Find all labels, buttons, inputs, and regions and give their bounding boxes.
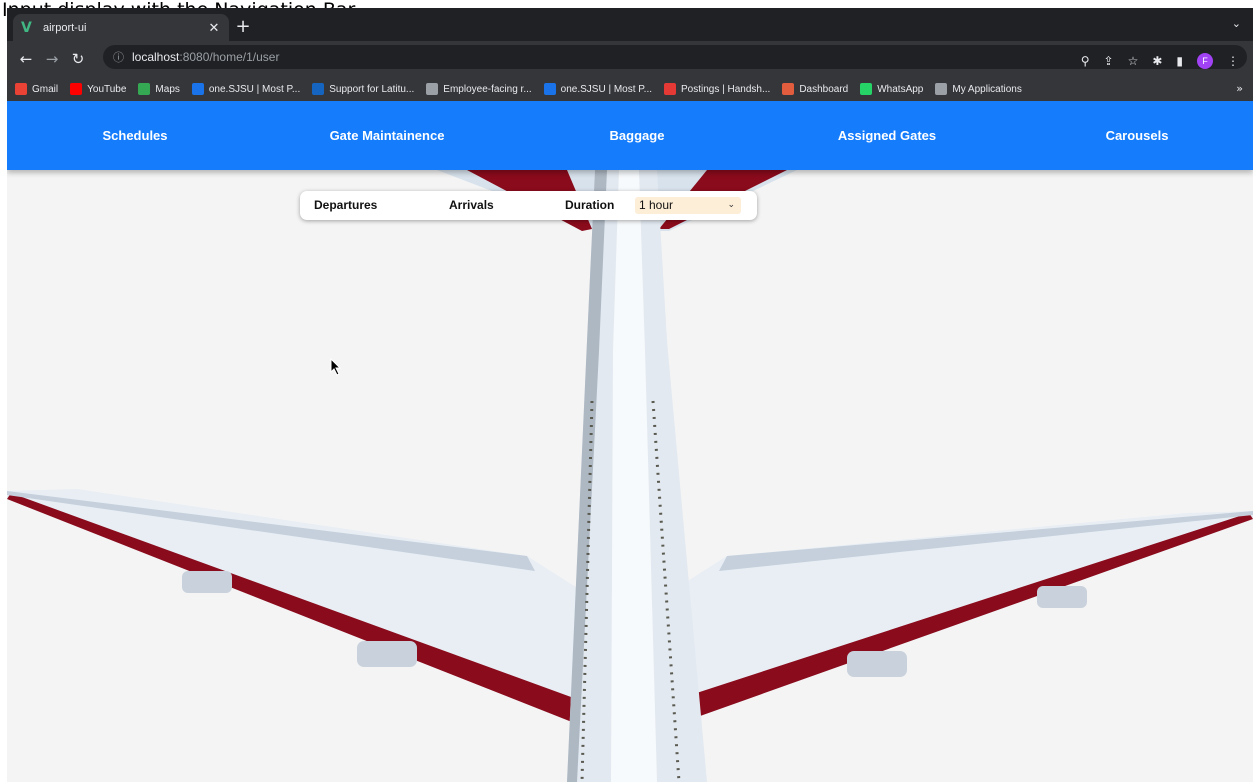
tab-strip: V airport-ui ✕ + ⌄ <box>7 8 1253 41</box>
app-viewport: Schedules Gate Maintainence Baggage Assi… <box>7 101 1253 782</box>
bookmark-favicon-icon <box>782 83 795 95</box>
close-tab-icon[interactable]: ✕ <box>207 20 221 36</box>
duration-label: Duration <box>565 198 615 212</box>
arrivals-tab[interactable]: Arrivals <box>449 191 494 220</box>
bookmark-favicon-icon <box>70 83 83 95</box>
engine <box>847 651 907 677</box>
browser-window: V airport-ui ✕ + ⌄ ← → ↻ ⓘ localhost:808… <box>7 8 1253 782</box>
app-navigation-bar: Schedules Gate Maintainence Baggage Assi… <box>7 101 1253 170</box>
side-panel-icon[interactable]: ▮ <box>1176 54 1183 68</box>
browser-tab[interactable]: V airport-ui ✕ <box>13 14 229 41</box>
bookmark-favicon-icon <box>664 83 676 95</box>
engine <box>182 571 232 593</box>
bookmark-label: one.SJSU | Most P... <box>208 83 301 95</box>
more-bookmarks-icon[interactable]: » <box>1236 82 1243 95</box>
bookmark-label: Gmail <box>32 83 59 95</box>
nav-baggage[interactable]: Baggage <box>567 101 707 170</box>
address-bar[interactable]: ⓘ localhost:8080/home/1/user ⚲ ⇪ ☆ ✱ ▮ F… <box>103 45 1247 69</box>
nav-schedules[interactable]: Schedules <box>55 101 215 170</box>
duration-select-value: 1 hour <box>639 198 674 212</box>
bookmark-favicon-icon <box>138 83 151 95</box>
site-info-icon[interactable]: ⓘ <box>113 49 124 65</box>
chevron-down-icon: ⌄ <box>727 200 735 210</box>
tab-title: airport-ui <box>43 21 87 34</box>
nav-carousels[interactable]: Carousels <box>1067 101 1207 170</box>
engine <box>357 641 417 667</box>
url-path: :8080/home/1/user <box>179 50 280 64</box>
nav-gate-maintainence[interactable]: Gate Maintainence <box>297 101 477 170</box>
url-host: localhost <box>132 50 180 64</box>
bookmark-favicon-icon <box>312 83 325 95</box>
bookmark-item[interactable]: Gmail <box>15 83 58 95</box>
schedule-filter-bar: Departures Arrivals Duration 1 hour ⌄ <box>300 191 757 220</box>
zoom-icon[interactable]: ⚲ <box>1081 54 1090 68</box>
bookmark-favicon-icon <box>426 83 439 95</box>
bookmark-label: one.SJSU | Most P... <box>560 83 652 95</box>
kebab-menu-icon[interactable]: ⋮ <box>1227 54 1239 68</box>
back-arrow-icon[interactable]: ← <box>15 50 37 68</box>
bookmark-item[interactable]: WhatsApp <box>860 83 923 95</box>
new-tab-icon[interactable]: + <box>233 16 253 37</box>
bookmark-label: Employee-facing r... <box>443 83 532 95</box>
bookmark-item[interactable]: Dashboard <box>782 83 848 95</box>
forward-arrow-icon[interactable]: → <box>41 50 63 68</box>
extensions-puzzle-icon[interactable]: ✱ <box>1152 54 1162 68</box>
bookmarks-bar: Gmail YouTube Maps one.SJSU | Most P... Supp… <box>7 77 1253 101</box>
bookmark-favicon-icon <box>15 83 27 95</box>
engine <box>1037 586 1087 608</box>
share-icon[interactable]: ⇪ <box>1104 54 1114 68</box>
bookmark-label: Postings | Handsh... <box>681 83 771 95</box>
bookmark-label: YouTube <box>87 83 127 95</box>
bookmark-label: Dashboard <box>799 83 849 95</box>
bookmark-favicon-icon <box>191 83 204 95</box>
browser-toolbar: ← → ↻ ⓘ localhost:8080/home/1/user ⚲ ⇪ ☆… <box>7 41 1253 77</box>
bookmark-label: WhatsApp <box>877 83 924 95</box>
bookmark-item[interactable]: My Applications <box>935 83 1022 95</box>
bookmark-label: Maps <box>155 83 180 95</box>
vue-logo-icon: V <box>21 19 32 36</box>
bookmark-item[interactable]: one.SJSU | Most P... <box>543 83 652 95</box>
tab-search-chevron-icon[interactable]: ⌄ <box>1232 17 1241 30</box>
bookmark-label: Support for Latitu... <box>329 83 415 95</box>
bookmark-favicon-icon <box>860 83 873 95</box>
screenshot: Input display with the Navigation Bar V … <box>0 0 1253 782</box>
departures-tab[interactable]: Departures <box>314 191 377 220</box>
bookmark-favicon-icon <box>935 83 948 95</box>
mouse-pointer-icon <box>330 358 342 376</box>
profile-avatar[interactable]: F <box>1197 53 1213 69</box>
address-bar-actions: ⚲ ⇪ ☆ ✱ ▮ F ⋮ <box>1081 49 1239 73</box>
nav-assigned-gates[interactable]: Assigned Gates <box>807 101 967 170</box>
bookmark-favicon-icon <box>543 83 556 95</box>
bookmark-item[interactable]: Maps <box>138 83 180 95</box>
bookmark-item[interactable]: Employee-facing r... <box>426 83 532 95</box>
bookmark-label: My Applications <box>952 83 1022 95</box>
bookmark-item[interactable]: YouTube <box>70 83 126 95</box>
reload-icon[interactable]: ↻ <box>67 50 89 68</box>
bookmark-item[interactable]: Postings | Handsh... <box>664 83 770 95</box>
duration-select[interactable]: 1 hour ⌄ <box>635 197 741 214</box>
bookmark-star-icon[interactable]: ☆ <box>1128 54 1139 68</box>
bookmark-item[interactable]: Support for Latitu... <box>312 83 414 95</box>
bookmark-item[interactable]: one.SJSU | Most P... <box>191 83 301 95</box>
